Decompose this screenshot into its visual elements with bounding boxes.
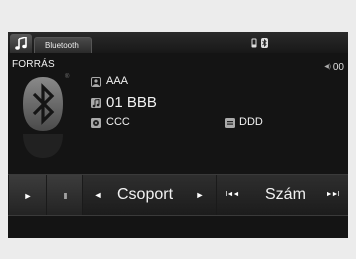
music-note-icon — [15, 37, 27, 50]
group-label: Csoport — [117, 186, 174, 203]
track-row: 01 BBB — [91, 94, 157, 111]
album-icon — [91, 118, 101, 128]
bluetooth-logo-reflection — [23, 134, 63, 158]
group-prev-button[interactable]: ◄ — [85, 175, 111, 215]
registered-mark: ® — [65, 74, 70, 80]
tab-bluetooth[interactable]: Bluetooth — [34, 37, 92, 53]
genre-row: DDD — [225, 116, 263, 128]
track-prev-button[interactable]: I◄◄ — [219, 175, 245, 215]
play-button[interactable]: ► — [8, 175, 47, 215]
genre-icon — [225, 118, 235, 128]
top-bar: Bluetooth — [8, 32, 348, 53]
track-icon — [91, 98, 101, 108]
pause-icon: II — [63, 192, 68, 201]
play-icon: ► — [23, 191, 33, 201]
phone-icon — [251, 38, 257, 48]
music-tab[interactable] — [10, 34, 32, 53]
group-next-button[interactable]: ► — [187, 175, 213, 215]
album-row: CCC — [91, 116, 130, 128]
group-control: ◄ Csoport ► — [82, 175, 217, 215]
bluetooth-icon — [261, 38, 268, 48]
volume-icon: ◀) — [324, 64, 331, 70]
source-label: FORRÁS — [12, 59, 55, 70]
control-bar: ► II ◄ Csoport ► I◄◄ Szám ►►I — [8, 174, 348, 216]
artist-icon — [91, 77, 101, 87]
volume-value: 00 — [332, 62, 344, 73]
artist-row: AAA — [91, 75, 128, 87]
volume-indicator: ◀) 00 — [324, 62, 344, 73]
bluetooth-logo-icon — [23, 77, 63, 131]
pause-button[interactable]: II — [46, 175, 83, 215]
track-next-button[interactable]: ►►I — [319, 175, 345, 215]
status-icons — [251, 38, 281, 48]
track-label: Szám — [265, 186, 306, 203]
track-control: I◄◄ Szám ►►I — [216, 175, 348, 215]
audio-screen: Bluetooth FORRÁS ◀) 00 ® AAA 01 BBB CCC … — [8, 32, 348, 238]
